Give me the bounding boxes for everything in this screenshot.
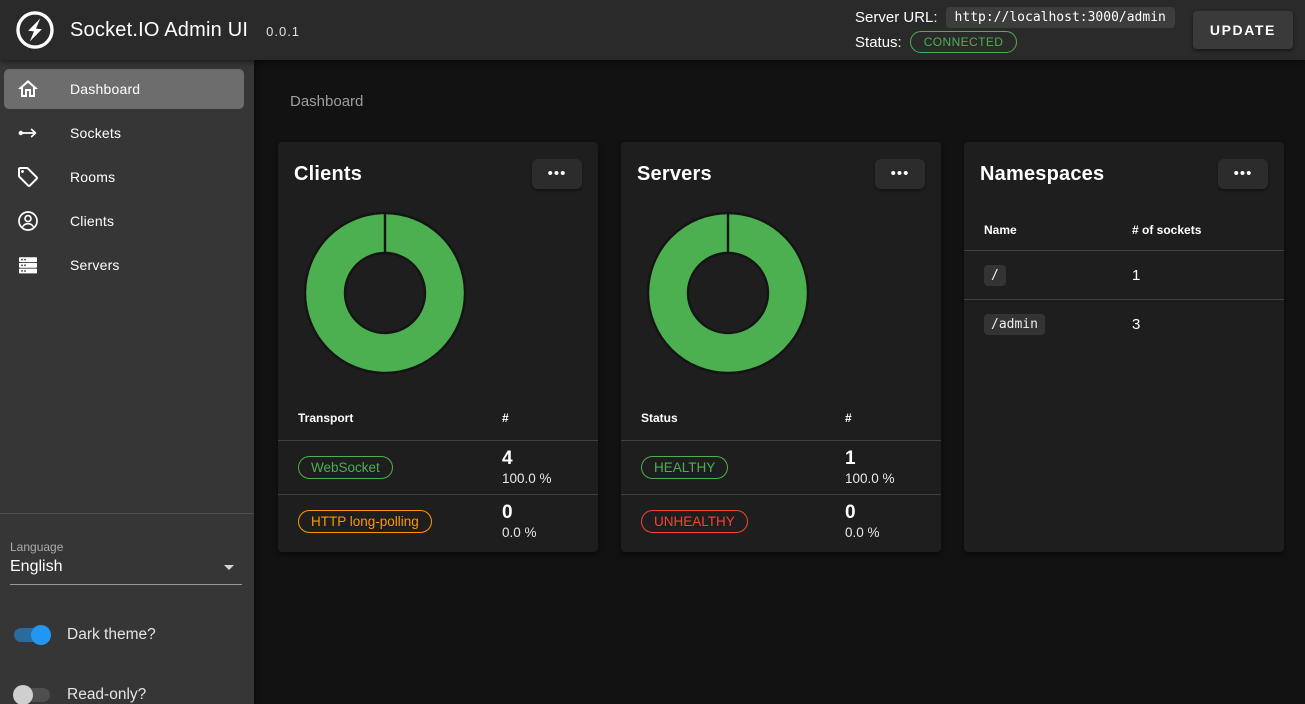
clients-table: Transport # WebSocket 4100.0 % HTTP long… <box>278 396 598 548</box>
namespaces-table: Name # of sockets / 1 /admin 3 <box>964 210 1284 348</box>
table-row: UNHEALTHY 00.0 % <box>621 494 941 548</box>
table-row: WebSocket 4100.0 % <box>278 440 598 494</box>
status-badge: CONNECTED <box>910 31 1018 53</box>
language-value: English <box>10 558 62 576</box>
count-value: 4 <box>502 447 582 470</box>
table-row[interactable]: / 1 <box>964 250 1284 299</box>
column-header: # <box>845 411 925 425</box>
status-badge: HEALTHY <box>641 456 728 479</box>
account-circle-icon <box>16 209 40 233</box>
tag-icon <box>16 165 40 189</box>
namespace-name: /admin <box>984 314 1045 335</box>
language-select[interactable]: English <box>10 554 242 585</box>
servers-table: Status # HEALTHY 1100.0 % UNHEALTHY 00.0… <box>621 396 941 548</box>
transport-badge: WebSocket <box>298 456 393 479</box>
main-content: Dashboard Clients ••• <box>254 60 1305 704</box>
table-row: HTTP long-polling 00.0 % <box>278 494 598 548</box>
sidebar-item-label: Clients <box>70 213 114 229</box>
sidebar: Dashboard Sockets Rooms <box>0 60 254 704</box>
column-header: Name <box>984 223 1132 237</box>
dark-theme-switch[interactable] <box>14 628 50 642</box>
dark-theme-label: Dark theme? <box>67 626 156 644</box>
server-url-value: http://localhost:3000/admin <box>946 7 1175 28</box>
column-header: # <box>502 411 582 425</box>
status-badge: UNHEALTHY <box>641 510 748 533</box>
server-info: Server URL: http://localhost:3000/admin … <box>855 7 1175 53</box>
update-button[interactable]: UPDATE <box>1193 11 1293 49</box>
percent-value: 0.0 % <box>845 524 925 542</box>
column-header: Transport <box>298 411 502 425</box>
readonly-switch[interactable] <box>14 688 50 702</box>
readonly-toggle-row[interactable]: Read-only? <box>14 686 242 704</box>
socket-count: 1 <box>1132 267 1268 284</box>
socket-count: 3 <box>1132 316 1268 333</box>
home-icon <box>16 77 40 101</box>
app-bar: Socket.IO Admin UI 0.0.1 Server URL: htt… <box>0 0 1305 60</box>
count-value: 0 <box>845 501 925 524</box>
more-options-icon[interactable]: ••• <box>1218 159 1268 189</box>
dark-theme-toggle-row[interactable]: Dark theme? <box>14 626 242 644</box>
column-header: Status <box>641 411 845 425</box>
sidebar-item-label: Rooms <box>70 169 115 185</box>
servers-card: Servers ••• Status # <box>621 142 941 552</box>
namespaces-card: Namespaces ••• Name # of sockets / 1 /ad… <box>964 142 1284 552</box>
clients-donut-chart <box>304 212 466 374</box>
sidebar-item-label: Servers <box>70 257 120 273</box>
sidebar-item-dashboard[interactable]: Dashboard <box>4 69 244 109</box>
namespaces-card-title: Namespaces <box>980 163 1104 186</box>
status-label: Status: <box>855 34 902 51</box>
language-label: Language <box>10 540 242 554</box>
app-title: Socket.IO Admin UI <box>70 19 248 42</box>
socketio-logo-icon <box>14 9 56 51</box>
column-header: # of sockets <box>1132 223 1268 237</box>
count-value: 1 <box>845 447 925 470</box>
app-version: 0.0.1 <box>266 24 300 39</box>
clients-card-title: Clients <box>294 163 362 186</box>
servers-donut-chart <box>647 212 809 374</box>
sidebar-item-label: Dashboard <box>70 81 140 97</box>
percent-value: 100.0 % <box>845 470 925 488</box>
clients-card: Clients ••• Transport # <box>278 142 598 552</box>
table-row[interactable]: /admin 3 <box>964 299 1284 348</box>
percent-value: 100.0 % <box>502 470 582 488</box>
server-url-label: Server URL: <box>855 9 938 26</box>
breadcrumb: Dashboard <box>290 93 1305 110</box>
sidebar-item-servers[interactable]: Servers <box>4 245 244 285</box>
count-value: 0 <box>502 501 582 524</box>
more-options-icon[interactable]: ••• <box>875 159 925 189</box>
server-stack-icon <box>16 253 40 277</box>
chevron-down-icon <box>224 565 234 570</box>
namespace-name: / <box>984 265 1006 286</box>
servers-card-title: Servers <box>637 163 712 186</box>
sidebar-nav: Dashboard Sockets Rooms <box>0 60 254 289</box>
sidebar-settings: Language English Dark theme? Read-only? <box>0 513 254 704</box>
sidebar-item-rooms[interactable]: Rooms <box>4 157 244 197</box>
more-options-icon[interactable]: ••• <box>532 159 582 189</box>
socket-arrow-icon <box>16 121 40 145</box>
sidebar-item-sockets[interactable]: Sockets <box>4 113 244 153</box>
table-row: HEALTHY 1100.0 % <box>621 440 941 494</box>
readonly-label: Read-only? <box>67 686 146 704</box>
sidebar-item-clients[interactable]: Clients <box>4 201 244 241</box>
transport-badge: HTTP long-polling <box>298 510 432 533</box>
sidebar-item-label: Sockets <box>70 125 121 141</box>
percent-value: 0.0 % <box>502 524 582 542</box>
